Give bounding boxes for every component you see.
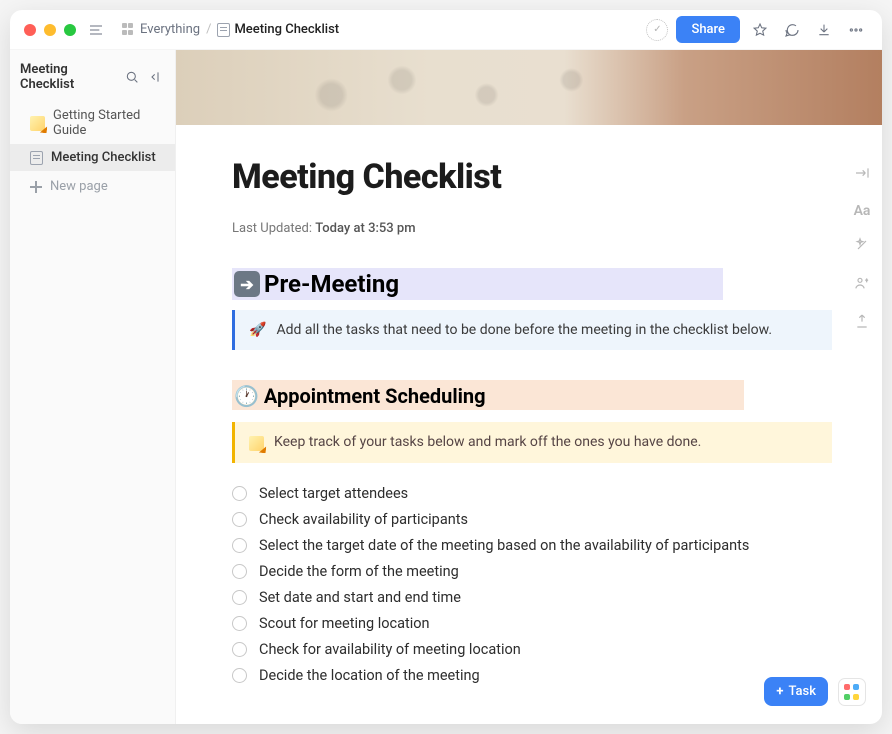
checkbox-icon[interactable]	[232, 486, 247, 501]
everything-icon	[122, 23, 136, 37]
right-rail: Aa	[842, 165, 882, 333]
checklist: Select target attendees Check availabili…	[232, 485, 826, 684]
breadcrumb: Everything / Meeting Checklist	[122, 22, 339, 37]
more-icon[interactable]	[844, 18, 868, 42]
callout-pre-meeting-text: Add all the tasks that need to be done b…	[276, 322, 772, 338]
people-icon[interactable]	[854, 275, 870, 295]
arrow-right-icon: ➔	[234, 271, 260, 297]
typography-icon[interactable]: Aa	[854, 203, 871, 219]
checklist-item-label: Scout for meeting location	[259, 615, 430, 632]
heading-appointment-scheduling[interactable]: 🕐 Appointment Scheduling	[232, 380, 744, 410]
apps-fab-button[interactable]	[838, 678, 866, 706]
sidebar-header: Meeting Checklist	[10, 50, 175, 102]
last-updated-value: Today at 3:53 pm	[315, 221, 415, 236]
checklist-item[interactable]: Select the target date of the meeting ba…	[232, 537, 826, 554]
checklist-item[interactable]: Scout for meeting location	[232, 615, 826, 632]
checkbox-icon[interactable]	[232, 564, 247, 579]
download-icon[interactable]	[812, 18, 836, 42]
maximize-window-button[interactable]	[64, 24, 76, 36]
plus-icon: +	[776, 684, 783, 699]
window-controls	[24, 24, 76, 36]
breadcrumb-current-label: Meeting Checklist	[234, 22, 339, 37]
sidebar-title: Meeting Checklist	[20, 62, 117, 92]
callout-appointment[interactable]: Keep track of your tasks below and mark …	[232, 422, 832, 463]
breadcrumb-root-label: Everything	[140, 22, 200, 37]
page-icon	[30, 151, 43, 165]
sync-status-icon[interactable]	[646, 19, 668, 41]
checklist-item-label: Check for availability of meeting locati…	[259, 641, 521, 658]
app-window: Everything / Meeting Checklist Share Mee…	[10, 10, 882, 724]
collapse-sidebar-icon[interactable]	[147, 68, 165, 86]
checklist-item-label: Decide the location of the meeting	[259, 667, 480, 684]
checklist-item[interactable]: Set date and start and end time	[232, 589, 826, 606]
share-button[interactable]: Share	[676, 16, 740, 43]
topbar: Everything / Meeting Checklist Share	[10, 10, 882, 50]
callout-appointment-text: Keep track of your tasks below and mark …	[274, 434, 701, 450]
favorite-icon[interactable]	[748, 18, 772, 42]
last-updated-prefix: Last Updated:	[232, 221, 312, 236]
checkbox-icon[interactable]	[232, 590, 247, 605]
page-icon	[217, 23, 230, 37]
checkbox-icon[interactable]	[232, 642, 247, 657]
checklist-item-label: Set date and start and end time	[259, 589, 461, 606]
heading-pre-meeting[interactable]: ➔Pre-Meeting	[232, 268, 723, 300]
cover-image[interactable]	[176, 50, 882, 125]
sidebar-new-page-label: New page	[50, 179, 108, 194]
checklist-item-label: Check availability of participants	[259, 511, 468, 528]
menu-toggle-icon[interactable]	[84, 18, 108, 42]
sidebar: Meeting Checklist Getting Started Guide …	[10, 50, 176, 724]
sidebar-item-label: Meeting Checklist	[51, 150, 156, 165]
breadcrumb-root[interactable]: Everything	[122, 22, 200, 37]
ai-sparkle-icon[interactable]	[854, 237, 870, 257]
close-window-button[interactable]	[24, 24, 36, 36]
heading-pre-meeting-text: Pre-Meeting	[264, 270, 399, 298]
checklist-item[interactable]: Check for availability of meeting locati…	[232, 641, 826, 658]
checklist-item[interactable]: Decide the form of the meeting	[232, 563, 826, 580]
breadcrumb-separator: /	[206, 22, 211, 37]
task-fab-button[interactable]: + Task	[764, 677, 828, 706]
plus-icon	[30, 181, 42, 193]
task-fab-label: Task	[788, 684, 816, 699]
minimize-window-button[interactable]	[44, 24, 56, 36]
search-icon[interactable]	[123, 68, 141, 86]
comment-icon[interactable]	[780, 18, 804, 42]
checkbox-icon[interactable]	[232, 616, 247, 631]
page-title[interactable]: Meeting Checklist	[232, 157, 826, 197]
breadcrumb-current[interactable]: Meeting Checklist	[217, 22, 339, 37]
topbar-actions: Share	[646, 16, 868, 43]
checklist-item-label: Decide the form of the meeting	[259, 563, 459, 580]
sidebar-item-meeting-checklist[interactable]: Meeting Checklist	[10, 144, 175, 171]
rocket-icon: 🚀	[249, 322, 266, 338]
sidebar-item-getting-started[interactable]: Getting Started Guide	[10, 102, 175, 144]
sidebar-item-label: Getting Started Guide	[53, 108, 165, 138]
checklist-item-label: Select the target date of the meeting ba…	[259, 537, 749, 554]
document-content: Meeting Checklist Last Updated: Today at…	[176, 125, 882, 724]
checklist-item[interactable]: Check availability of participants	[232, 511, 826, 528]
memo-icon	[249, 436, 264, 451]
checkbox-icon[interactable]	[232, 538, 247, 553]
checkbox-icon[interactable]	[232, 668, 247, 683]
checklist-item[interactable]: Decide the location of the meeting	[232, 667, 826, 684]
last-updated: Last Updated: Today at 3:53 pm	[232, 221, 826, 236]
main-area: Meeting Checklist Last Updated: Today at…	[176, 50, 882, 724]
expand-icon[interactable]	[854, 165, 870, 185]
callout-pre-meeting[interactable]: 🚀 Add all the tasks that need to be done…	[232, 310, 832, 350]
checkbox-icon[interactable]	[232, 512, 247, 527]
app-body: Meeting Checklist Getting Started Guide …	[10, 50, 882, 724]
memo-icon	[30, 116, 45, 131]
sidebar-new-page[interactable]: New page	[10, 171, 175, 200]
export-icon[interactable]	[854, 313, 870, 333]
checklist-item-label: Select target attendees	[259, 485, 408, 502]
checklist-item[interactable]: Select target attendees	[232, 485, 826, 502]
